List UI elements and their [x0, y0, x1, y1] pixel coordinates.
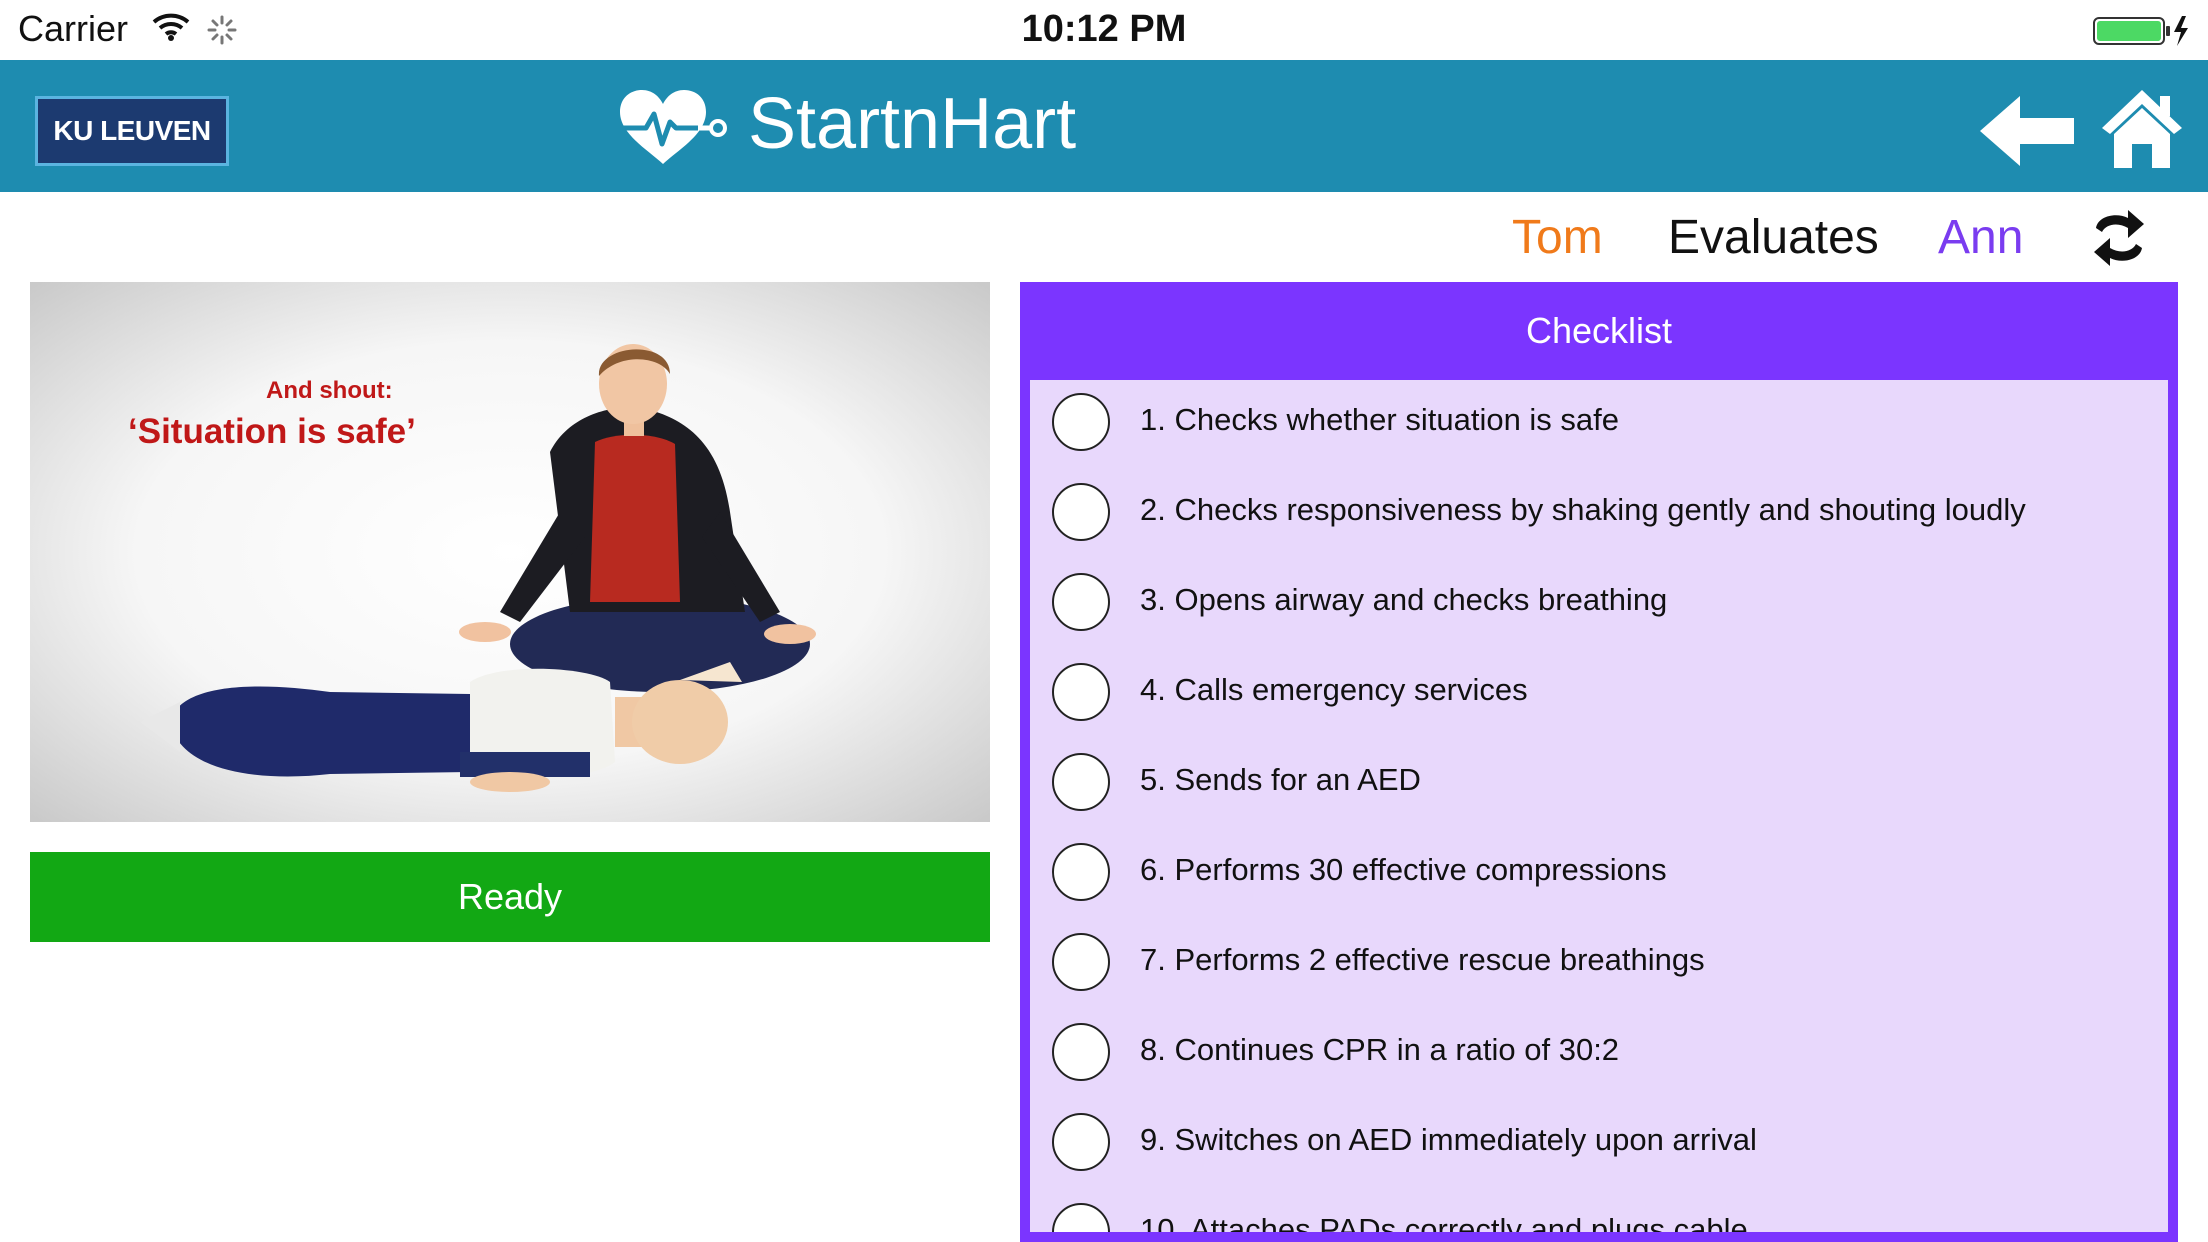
back-button[interactable]: [1978, 94, 2076, 168]
home-button[interactable]: [2100, 86, 2184, 170]
checkbox-circle-icon[interactable]: [1052, 843, 1110, 901]
checklist-title: Checklist: [1525, 310, 1673, 351]
evaluator-name: Tom: [1512, 211, 1603, 264]
checkbox-circle-icon[interactable]: [1052, 483, 1110, 541]
checkbox-circle-icon[interactable]: [1052, 573, 1110, 631]
swap-arrows-icon: [2094, 210, 2144, 266]
checkbox-circle-icon[interactable]: [1052, 663, 1110, 721]
battery-icon: [2092, 14, 2192, 53]
evaluates-label: Evaluates: [1668, 211, 1879, 264]
checklist-item-label: 9. Switches on AED immediately upon arri…: [1140, 1122, 1757, 1157]
checklist-item[interactable]: 9. Switches on AED immediately upon arri…: [1030, 1100, 2168, 1190]
checklist-item[interactable]: 2. Checks responsiveness by shaking gent…: [1030, 470, 2168, 560]
checklist-item[interactable]: 3. Opens airway and checks breathing: [1030, 560, 2168, 650]
checklist-item[interactable]: 10. Attaches PADs correctly and plugs ca…: [1030, 1190, 2168, 1232]
swap-roles-button[interactable]: [2088, 206, 2150, 270]
checklist-item-label: 2. Checks responsiveness by shaking gent…: [1140, 492, 2026, 527]
video-caption-line1: And shout:: [266, 377, 393, 404]
instruction-video[interactable]: And shout: ‘Situation is safe’: [30, 282, 990, 822]
checkbox-circle-icon[interactable]: [1052, 933, 1110, 991]
checklist-list[interactable]: 1. Checks whether situation is safe 2. C…: [1030, 380, 2168, 1232]
checkbox-circle-icon[interactable]: [1052, 1023, 1110, 1081]
heart-stethoscope-icon: [618, 88, 728, 173]
checklist-item-label: 7. Performs 2 effective rescue breathing…: [1140, 942, 1705, 977]
ready-button-label: Ready: [457, 876, 563, 917]
ku-leuven-logo: KU LEUVEN: [35, 96, 229, 166]
ready-button[interactable]: Ready: [30, 852, 990, 942]
checklist-item[interactable]: 8. Continues CPR in a ratio of 30:2: [1030, 1010, 2168, 1100]
checklist-item[interactable]: 7. Performs 2 effective rescue breathing…: [1030, 920, 2168, 1010]
checklist-item[interactable]: 1. Checks whether situation is safe: [1030, 380, 2168, 470]
checklist-item-label: 8. Continues CPR in a ratio of 30:2: [1140, 1032, 1620, 1067]
checklist-item-label: 5. Sends for an AED: [1140, 762, 1421, 797]
checklist-item-label: 6. Performs 30 effective compressions: [1140, 852, 1667, 887]
evaluee-name: Ann: [1938, 211, 2024, 264]
app-title: StartnHart: [748, 84, 1077, 164]
checkbox-circle-icon[interactable]: [1052, 753, 1110, 811]
checklist-item[interactable]: 6. Performs 30 effective compressions: [1030, 830, 2168, 920]
checkbox-circle-icon[interactable]: [1052, 1203, 1110, 1232]
checkbox-circle-icon[interactable]: [1052, 393, 1110, 451]
status-time: 10:12 PM: [1021, 8, 1187, 50]
checkbox-circle-icon[interactable]: [1052, 1113, 1110, 1171]
logo-text: KU LEUVEN: [53, 115, 211, 146]
checklist-item-label: 4. Calls emergency services: [1140, 672, 1528, 707]
status-bar: Carrier 10:12 PM: [0, 0, 2208, 60]
checklist-item[interactable]: 5. Sends for an AED: [1030, 740, 2168, 830]
checklist-item-label: 10. Attaches PADs correctly and plugs ca…: [1140, 1212, 1748, 1232]
checklist-item-label: 3. Opens airway and checks breathing: [1140, 582, 1668, 617]
home-icon: [2102, 90, 2182, 168]
arrow-left-icon: [1980, 96, 2074, 166]
checklist-item-label: 1. Checks whether situation is safe: [1140, 402, 1620, 437]
app-header: KU LEUVEN StartnHart: [0, 60, 2208, 192]
cpr-scene-illustration: [140, 344, 816, 792]
checklist-item[interactable]: 4. Calls emergency services: [1030, 650, 2168, 740]
video-caption-line2: ‘Situation is safe’: [128, 412, 416, 451]
checklist-panel: Checklist 1. Checks whether situation is…: [1020, 282, 2178, 1242]
